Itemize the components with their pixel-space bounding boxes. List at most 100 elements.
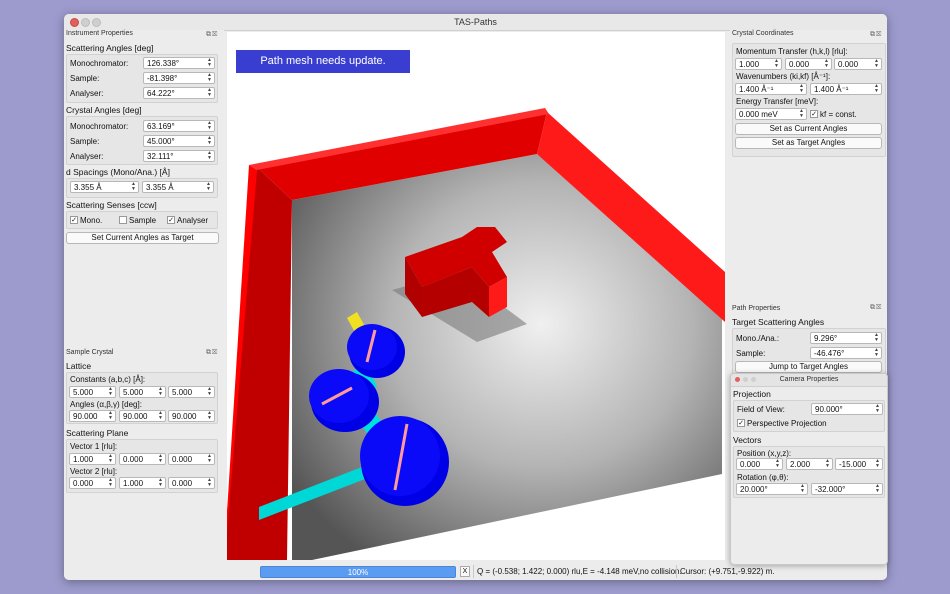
spin-arrows-icon[interactable]: ▲ ▼: [874, 459, 881, 469]
spin-arrows-icon[interactable]: ▲ ▼: [206, 387, 213, 397]
mono-sense-checkbox[interactable]: ✓: [70, 216, 78, 224]
mesh-update-notice[interactable]: Path mesh needs update.: [236, 50, 410, 73]
rot-phi-spinbox[interactable]: 20.000° ▲ ▼: [736, 483, 808, 495]
instrument-3d-view[interactable]: Path mesh needs update.: [227, 32, 725, 560]
v2-x-spinbox[interactable]: 0.000 ▲ ▼: [69, 477, 116, 489]
spin-arrows-icon[interactable]: ▲ ▼: [205, 182, 212, 192]
target-sample-spinbox[interactable]: -46.476° ▲ ▼: [810, 347, 882, 359]
spin-arrows-icon[interactable]: ▲ ▼: [206, 58, 213, 68]
sa-mono-spinbox[interactable]: 126.338° ▲ ▼: [143, 57, 215, 69]
energy-spinbox[interactable]: 0.000 meV ▲ ▼: [735, 108, 807, 120]
q-l-spinbox[interactable]: 0.000 ▲ ▼: [834, 58, 882, 70]
spin-arrows-icon[interactable]: ▲ ▼: [206, 121, 213, 131]
rot-theta-spinbox[interactable]: -32.000° ▲ ▼: [811, 483, 883, 495]
spin-arrows-icon[interactable]: ▲ ▼: [874, 404, 881, 414]
rot-phi-value: 20.000°: [740, 485, 768, 494]
spin-arrows-icon[interactable]: ▲ ▼: [206, 454, 213, 464]
spin-arrows-icon[interactable]: ▲ ▼: [873, 84, 880, 94]
angle-alpha-spinbox[interactable]: 90.000 ▲ ▼: [69, 410, 116, 422]
ca-mono-spinbox[interactable]: 63.169° ▲ ▼: [143, 120, 215, 132]
const-b-spinbox[interactable]: 5.000 ▲ ▼: [119, 386, 166, 398]
ca-sample-spinbox[interactable]: 45.000° ▲ ▼: [143, 135, 215, 147]
const-a-value: 5.000: [73, 388, 94, 397]
target-mono-label: Mono./Ana.:: [736, 334, 780, 343]
spin-arrows-icon[interactable]: ▲ ▼: [773, 59, 780, 69]
spin-arrows-icon[interactable]: ▲ ▼: [774, 459, 781, 469]
status-separator: [473, 565, 474, 578]
analyser-sense-checkbox[interactable]: ✓: [167, 216, 175, 224]
d-spacings-label: d Spacings (Mono/Ana.) [Å]: [66, 167, 170, 177]
perspective-checkbox[interactable]: ✓: [737, 419, 745, 427]
spin-arrows-icon[interactable]: ▲ ▼: [157, 411, 164, 421]
panel-float-close-icon[interactable]: ⧉☒: [206, 349, 218, 357]
sample-sense-checkbox[interactable]: [119, 216, 127, 224]
constants-label: Constants (a,b,c) [Å]:: [70, 375, 146, 384]
spin-arrows-icon[interactable]: ▲ ▼: [130, 182, 137, 192]
spin-arrows-icon[interactable]: ▲ ▼: [206, 73, 213, 83]
spin-arrows-icon[interactable]: ▲ ▼: [206, 478, 213, 488]
spin-arrows-icon[interactable]: ▲ ▼: [873, 333, 880, 343]
spin-arrows-icon[interactable]: ▲ ▼: [874, 484, 881, 494]
title-bar: TAS-Paths: [64, 14, 887, 31]
spin-arrows-icon[interactable]: ▲ ▼: [873, 348, 880, 358]
sample-sense-label: Sample: [129, 216, 157, 225]
d-mono-spinbox[interactable]: 3.355 Å ▲ ▼: [70, 181, 139, 193]
set-as-target-angles-button[interactable]: Set as Target Angles: [735, 137, 882, 149]
angle-beta-spinbox[interactable]: 90.000 ▲ ▼: [119, 410, 166, 422]
vectors-label: Vectors: [733, 435, 762, 445]
target-mono-spinbox[interactable]: 9.296° ▲ ▼: [810, 332, 882, 344]
sa-mono-label: Monochromator:: [70, 59, 129, 68]
spin-arrows-icon[interactable]: ▲ ▼: [823, 59, 830, 69]
spin-arrows-icon[interactable]: ▲ ▼: [798, 84, 805, 94]
spin-arrows-icon[interactable]: ▲ ▼: [799, 484, 806, 494]
v1-y-spinbox[interactable]: 0.000 ▲ ▼: [119, 453, 166, 465]
spin-arrows-icon[interactable]: ▲ ▼: [206, 88, 213, 98]
spin-arrows-icon[interactable]: ▲ ▼: [107, 387, 114, 397]
spin-arrows-icon[interactable]: ▲ ▼: [824, 459, 831, 469]
spin-arrows-icon[interactable]: ▲ ▼: [798, 109, 805, 119]
pos-x-spinbox[interactable]: 0.000 ▲ ▼: [736, 458, 783, 470]
q-h-spinbox[interactable]: 1.000 ▲ ▼: [735, 58, 782, 70]
pos-y-spinbox[interactable]: 2.000 ▲ ▼: [786, 458, 833, 470]
panel-float-close-icon[interactable]: ⧉☒: [206, 31, 218, 39]
jump-to-target-button[interactable]: Jump to Target Angles: [735, 361, 882, 373]
panel-float-close-icon[interactable]: ⧉☒: [870, 304, 882, 312]
spin-arrows-icon[interactable]: ▲ ▼: [873, 59, 880, 69]
spin-arrows-icon[interactable]: ▲ ▼: [206, 151, 213, 161]
q-k-spinbox[interactable]: 0.000 ▲ ▼: [785, 58, 832, 70]
ca-analyser-spinbox[interactable]: 32.111° ▲ ▼: [143, 150, 215, 162]
spin-arrows-icon[interactable]: ▲ ▼: [157, 387, 164, 397]
v2-z-spinbox[interactable]: 0.000 ▲ ▼: [168, 477, 215, 489]
v1-z-spinbox[interactable]: 0.000 ▲ ▼: [168, 453, 215, 465]
const-c-spinbox[interactable]: 5.000 ▲ ▼: [168, 386, 215, 398]
pos-z-spinbox[interactable]: -15.000 ▲ ▼: [835, 458, 883, 470]
ki-spinbox[interactable]: 1.400 Å⁻¹ ▲ ▼: [735, 83, 807, 95]
kf-const-label: kf = const.: [820, 110, 857, 119]
spin-arrows-icon[interactable]: ▲ ▼: [107, 478, 114, 488]
v1-x-spinbox[interactable]: 1.000 ▲ ▼: [69, 453, 116, 465]
spin-arrows-icon[interactable]: ▲ ▼: [206, 136, 213, 146]
spin-arrows-icon[interactable]: ▲ ▼: [157, 478, 164, 488]
spin-arrows-icon[interactable]: ▲ ▼: [107, 454, 114, 464]
cursor-position: Cursor: (+9.751,-9.922) m.: [680, 567, 775, 576]
sa-analyser-value: 64.222°: [147, 89, 175, 98]
spin-arrows-icon[interactable]: ▲ ▼: [157, 454, 164, 464]
kf-const-checkbox[interactable]: ✓: [810, 110, 818, 118]
kf-spinbox[interactable]: 1.400 Å⁻¹ ▲ ▼: [810, 83, 882, 95]
sa-analyser-spinbox[interactable]: 64.222° ▲ ▼: [143, 87, 215, 99]
sa-sample-spinbox[interactable]: -81.398° ▲ ▼: [143, 72, 215, 84]
angle-gamma-spinbox[interactable]: 90.000 ▲ ▼: [168, 410, 215, 422]
rot-theta-value: -32.000°: [815, 485, 846, 494]
const-a-spinbox[interactable]: 5.000 ▲ ▼: [69, 386, 116, 398]
pos-z-value: -15.000: [839, 460, 867, 469]
set-as-current-angles-button[interactable]: Set as Current Angles: [735, 123, 882, 135]
fov-spinbox[interactable]: 90.000° ▲ ▼: [811, 403, 883, 415]
panel-float-close-icon[interactable]: ⧉☒: [870, 31, 882, 39]
pos-y-value: 2.000: [790, 460, 811, 469]
spin-arrows-icon[interactable]: ▲ ▼: [107, 411, 114, 421]
v2-y-spinbox[interactable]: 1.000 ▲ ▼: [119, 477, 166, 489]
cancel-button[interactable]: X: [460, 566, 470, 577]
d-ana-spinbox[interactable]: 3.355 Å ▲ ▼: [142, 181, 214, 193]
spin-arrows-icon[interactable]: ▲ ▼: [206, 411, 213, 421]
set-current-as-target-button[interactable]: Set Current Angles as Target: [66, 232, 219, 244]
